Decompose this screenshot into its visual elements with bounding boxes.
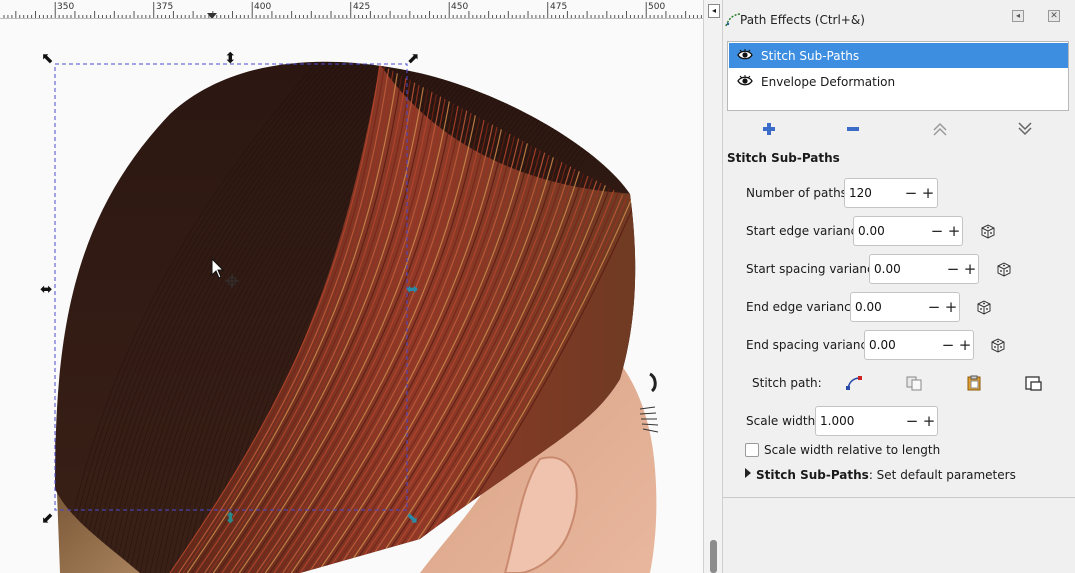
start-edge-input[interactable] [858, 224, 918, 238]
handle-se-icon[interactable]: ⬊ [406, 509, 419, 527]
increment-icon[interactable]: + [957, 337, 973, 353]
ruler-ticks [3, 2, 702, 18]
start-spacing-label: Start spacing variance: [746, 262, 886, 276]
handle-nw-icon[interactable]: ⬉ [41, 49, 54, 67]
panel-close-icon[interactable]: ✕ [1048, 10, 1060, 22]
scale-relative-checkbox[interactable] [745, 443, 759, 457]
edit-path-button[interactable] [844, 374, 864, 392]
start-edge-spinner[interactable]: − + [853, 216, 963, 246]
effect-row-stitch[interactable]: Stitch Sub-Paths [729, 43, 1068, 68]
scale-width-label: Scale width: [746, 414, 820, 428]
randomize-dice-icon[interactable] [989, 336, 1007, 354]
num-paths-input[interactable] [849, 186, 909, 200]
drawing-canvas[interactable]: 350 375 400 425 450 475 500 ⬉ ⬈ ⬋ ⬍ ⬌ ⬍ … [0, 0, 703, 573]
node-edit-icon [846, 376, 862, 390]
end-edge-label: End edge variance: [746, 300, 863, 314]
handle-s-icon[interactable]: ⬍ [224, 509, 237, 527]
hair-artwork[interactable]: ⬉ ⬈ ⬋ ⬍ ⬌ ⬍ ⬌ ⬊ [0, 19, 703, 573]
increment-icon[interactable]: + [943, 299, 959, 315]
ruler-label: 450 [451, 2, 469, 12]
eye-edge [649, 372, 657, 393]
ruler-label: 475 [550, 2, 568, 12]
dock-toggle-icon[interactable]: ◂ [708, 4, 720, 18]
move-up-icon [933, 122, 947, 136]
expander-arrow-icon[interactable] [745, 468, 751, 478]
path-effects-icon [725, 13, 741, 27]
decrement-icon[interactable]: − [945, 261, 961, 277]
path-effects-panel: Path Effects (Ctrl+&) ◂ ✕ Stitch Sub-Pat… [723, 0, 1075, 573]
remove-effect-button[interactable] [841, 118, 865, 140]
panel-divider [723, 497, 1075, 498]
copy-icon [906, 376, 922, 391]
start-edge-label: Start edge variance: [746, 224, 869, 238]
effect-row-envelope[interactable]: Envelope Deformation [729, 69, 1068, 94]
increment-icon[interactable]: + [962, 261, 978, 277]
visibility-eye-icon[interactable] [737, 75, 753, 87]
scale-relative-label: Scale width relative to length [764, 443, 941, 457]
stitch-path-label: Stitch path: [752, 376, 822, 390]
num-paths-label: Number of paths: [746, 186, 851, 200]
effects-list[interactable]: Stitch Sub-Paths Envelope Deformation [727, 41, 1069, 111]
start-spacing-input[interactable] [874, 262, 934, 276]
panel-minimize-icon[interactable]: ◂ [1012, 10, 1024, 22]
scale-width-input[interactable] [820, 414, 880, 428]
scale-width-spinner[interactable]: − + [815, 406, 938, 436]
decrement-icon[interactable]: − [940, 337, 956, 353]
decrement-icon[interactable]: − [929, 223, 945, 239]
increment-icon[interactable]: + [921, 413, 937, 429]
add-effect-icon [763, 123, 775, 135]
vertical-scrollbar[interactable]: ◂ [703, 0, 723, 573]
panel-title: Path Effects (Ctrl+&) [740, 13, 865, 27]
handle-ne-icon[interactable]: ⬈ [407, 49, 420, 67]
end-spacing-spinner[interactable]: − + [864, 330, 974, 360]
randomize-dice-icon[interactable] [979, 222, 997, 240]
effect-label: Stitch Sub-Paths [761, 49, 860, 63]
ruler-label: 400 [254, 2, 272, 12]
effect-label: Envelope Deformation [761, 75, 896, 89]
default-params-expander[interactable]: Stitch Sub-Paths: Set default parameters [756, 468, 1016, 482]
visibility-eye-icon[interactable] [737, 49, 753, 61]
copy-path-button[interactable] [904, 374, 924, 392]
handle-n-icon[interactable]: ⬍ [224, 49, 237, 67]
ruler-label: 375 [156, 2, 174, 12]
decrement-icon[interactable]: − [926, 299, 942, 315]
num-paths-spinner[interactable]: − + [844, 178, 938, 208]
increment-icon[interactable]: + [920, 185, 936, 201]
remove-effect-icon [847, 127, 859, 131]
move-down-icon [1018, 122, 1032, 136]
ruler-label: 500 [648, 2, 666, 12]
section-title: Stitch Sub-Paths [727, 151, 840, 165]
move-down-button[interactable] [1013, 118, 1037, 140]
increment-icon[interactable]: + [946, 223, 962, 239]
end-spacing-input[interactable] [869, 338, 929, 352]
handle-e-icon[interactable]: ⬌ [406, 280, 419, 298]
decrement-icon[interactable]: − [904, 413, 920, 429]
expander-bold: Stitch Sub-Paths [756, 468, 869, 482]
end-spacing-label: End spacing variance: [746, 338, 879, 352]
randomize-dice-icon[interactable] [975, 298, 993, 316]
horizontal-ruler: 350 375 400 425 450 475 500 [0, 0, 703, 19]
end-edge-spinner[interactable]: − + [850, 292, 960, 322]
paste-path-button[interactable] [964, 374, 984, 392]
handle-sw-icon[interactable]: ⬋ [41, 509, 54, 527]
randomize-dice-icon[interactable] [995, 260, 1013, 278]
paste-icon [967, 375, 981, 391]
decrement-icon[interactable]: − [903, 185, 919, 201]
start-spacing-spinner[interactable]: − + [869, 254, 979, 284]
ruler-label: 425 [353, 2, 371, 12]
expander-rest: : Set default parameters [868, 468, 1016, 482]
scrollbar-thumb[interactable] [710, 540, 717, 573]
move-up-button[interactable] [928, 118, 952, 140]
add-effect-button[interactable] [757, 118, 781, 140]
clipboard-link-icon [1025, 376, 1042, 391]
end-edge-input[interactable] [855, 300, 915, 314]
handle-w-icon[interactable]: ⬌ [40, 280, 53, 298]
link-path-button[interactable] [1024, 374, 1044, 392]
panel-header: Path Effects (Ctrl+&) ◂ ✕ [723, 0, 1075, 38]
ruler-label: 350 [57, 2, 75, 12]
